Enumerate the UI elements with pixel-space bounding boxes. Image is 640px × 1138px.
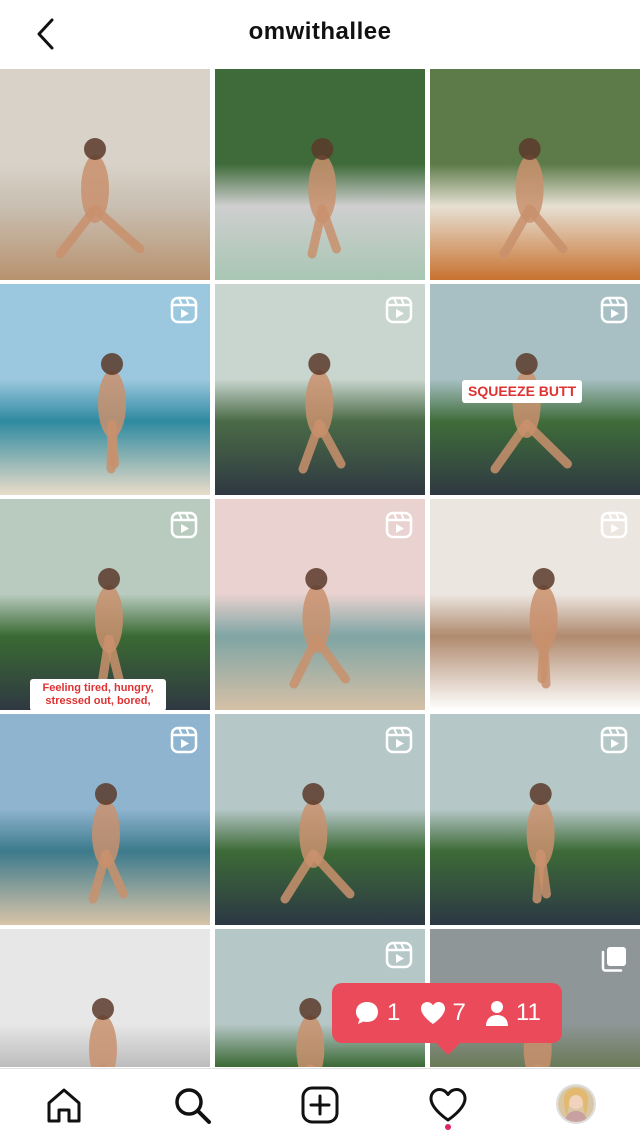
likes-count: 7 [419,999,466,1027]
post-thumbnail-wall-backbend[interactable] [0,69,210,280]
search-icon [175,1088,211,1124]
heart-icon [420,1002,445,1024]
post-thumbnail-meditation-duo[interactable] [430,499,640,710]
home-icon [47,1088,81,1123]
comment-icon [356,1002,379,1024]
post-thumbnail-garden-backbend[interactable]: Feeling tired, hungry, stressed out, bor… [0,499,210,710]
reel-icon [385,941,413,969]
post-thumbnail-palm-handstand[interactable]: SQUEEZE BUTT [430,284,640,495]
profile-avatar [558,1086,594,1122]
new-followers-count: 11 [484,999,541,1027]
reel-icon [600,726,628,754]
thumbnail-figure [89,998,117,1067]
post-thumbnail-holding-fruit[interactable] [430,69,640,280]
post-thumbnail-crow-pose[interactable] [430,714,640,925]
reel-icon [170,296,198,324]
post-grid: SQUEEZE BUTT Feeling tired, hungry, stres… [0,69,640,1067]
nav-profile[interactable] [556,1084,596,1124]
reel-icon [600,511,628,539]
thumbnail-caption-overlay: SQUEEZE BUTT [462,380,583,403]
carousel-icon [600,945,628,973]
thumbnail-figure [499,138,568,259]
post-thumbnail-partner-yoga[interactable] [215,284,425,495]
post-thumbnail-sunset-beach[interactable] [215,499,425,710]
thumbnail-figure [307,138,341,259]
activity-heart-icon [429,1088,467,1122]
top-bar: omwithallee [0,0,640,68]
reel-icon [170,511,198,539]
person-icon [485,1001,508,1026]
thumbnail-caption-overlay: Feeling tired, hungry, stressed out, bor… [30,679,166,710]
reel-icon [385,726,413,754]
reel-icon [385,296,413,324]
nav-home[interactable] [42,1083,86,1127]
nav-search[interactable] [170,1083,214,1127]
notification-dot [445,1124,451,1130]
post-thumbnail-beach-pose[interactable] [0,284,210,495]
comments-count: 1 [353,999,400,1027]
post-thumbnail-wall-inversion[interactable] [0,929,210,1067]
post-thumbnail-ocean-lunge[interactable] [0,714,210,925]
post-thumbnail-handstand-hedge[interactable] [215,69,425,280]
nav-new-post[interactable] [298,1083,342,1127]
profile-username: omwithallee [248,18,392,45]
nav-activity[interactable] [426,1083,470,1127]
activity-notification-bubble[interactable]: 1 7 11 [332,983,562,1055]
reel-icon [385,511,413,539]
thumbnail-figure [55,138,145,259]
post-thumbnail-arm-balance[interactable] [215,714,425,925]
reel-icon [170,726,198,754]
bottom-navigation [0,1068,640,1138]
new-post-icon [301,1086,339,1124]
reel-icon [600,296,628,324]
